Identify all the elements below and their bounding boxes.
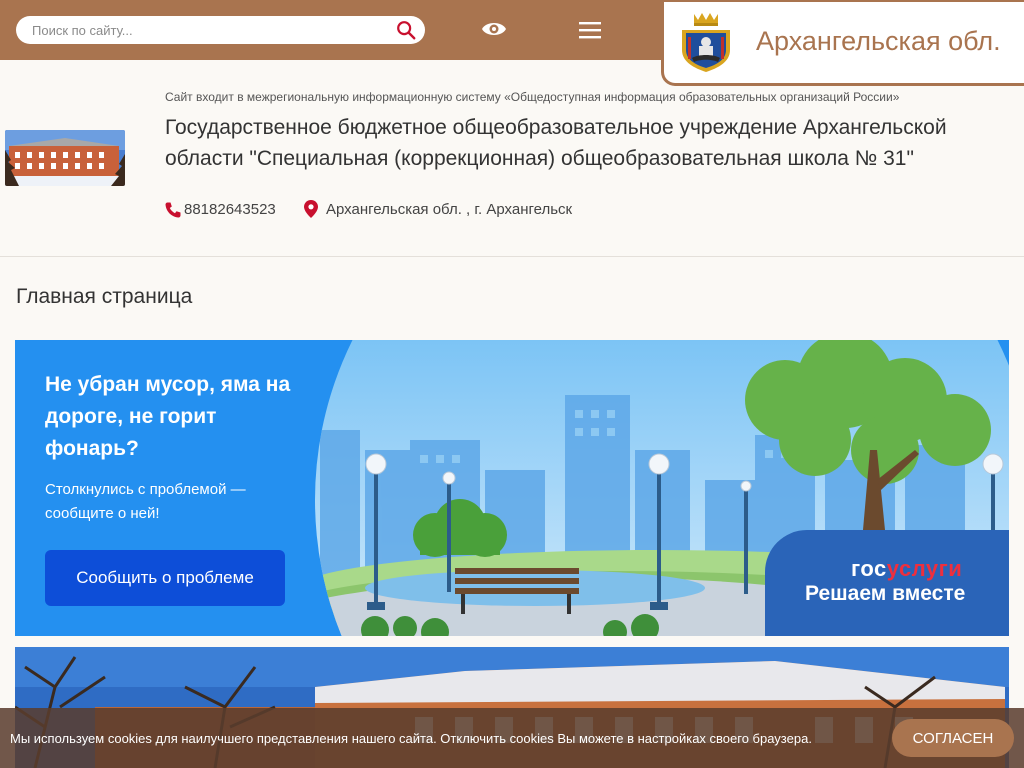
region-title: Архангельская обл.	[756, 26, 1001, 56]
menu-icon[interactable]	[578, 20, 602, 40]
phone-icon	[165, 202, 181, 218]
search-icon[interactable]	[395, 19, 417, 41]
eye-icon[interactable]	[481, 18, 507, 40]
region-panel[interactable]: Архангельская обл.	[661, 2, 1024, 86]
header-divider	[0, 256, 1024, 257]
map-pin-icon	[304, 200, 318, 218]
gosuslugi-banner[interactable]: Не убран мусор, яма на дороге, не горит …	[15, 340, 1009, 636]
school-photo	[5, 130, 125, 186]
search-box	[16, 16, 425, 44]
banner-heading: Не убран мусор, яма на дороге, не горит …	[45, 373, 291, 460]
coat-of-arms-icon	[682, 13, 730, 72]
school-name: Государственное бюджетное общеобразовате…	[165, 116, 947, 170]
cookie-accept-button[interactable]: СОГЛАСЕН	[892, 719, 1014, 757]
registry-notice: Сайт входит в межрегиональную информацио…	[165, 90, 900, 104]
banner-text: Столкнулись с проблемой — сообщите о ней…	[45, 481, 246, 522]
cookie-bar: Мы используем cookies для наилучшего пре…	[0, 708, 1024, 768]
cookie-text: Мы используем cookies для наилучшего пре…	[10, 731, 812, 746]
page-title: Главная страница	[16, 285, 193, 308]
phone-number[interactable]: 88182643523	[184, 201, 276, 218]
search-input[interactable]	[32, 20, 382, 40]
gosuslugi-panel: госуслуги Решаем вместе	[765, 530, 1009, 636]
gosuslugi-tagline: Решаем вместе	[805, 582, 966, 605]
gosuslugi-logo-part2: услуги	[886, 556, 963, 581]
gosuslugi-logo: госуслуги	[851, 556, 962, 582]
gosuslugi-logo-part1: гос	[851, 556, 887, 581]
address: Архангельская обл. , г. Архангельск	[326, 201, 573, 218]
report-problem-button[interactable]: Сообщить о проблеме	[45, 550, 285, 606]
